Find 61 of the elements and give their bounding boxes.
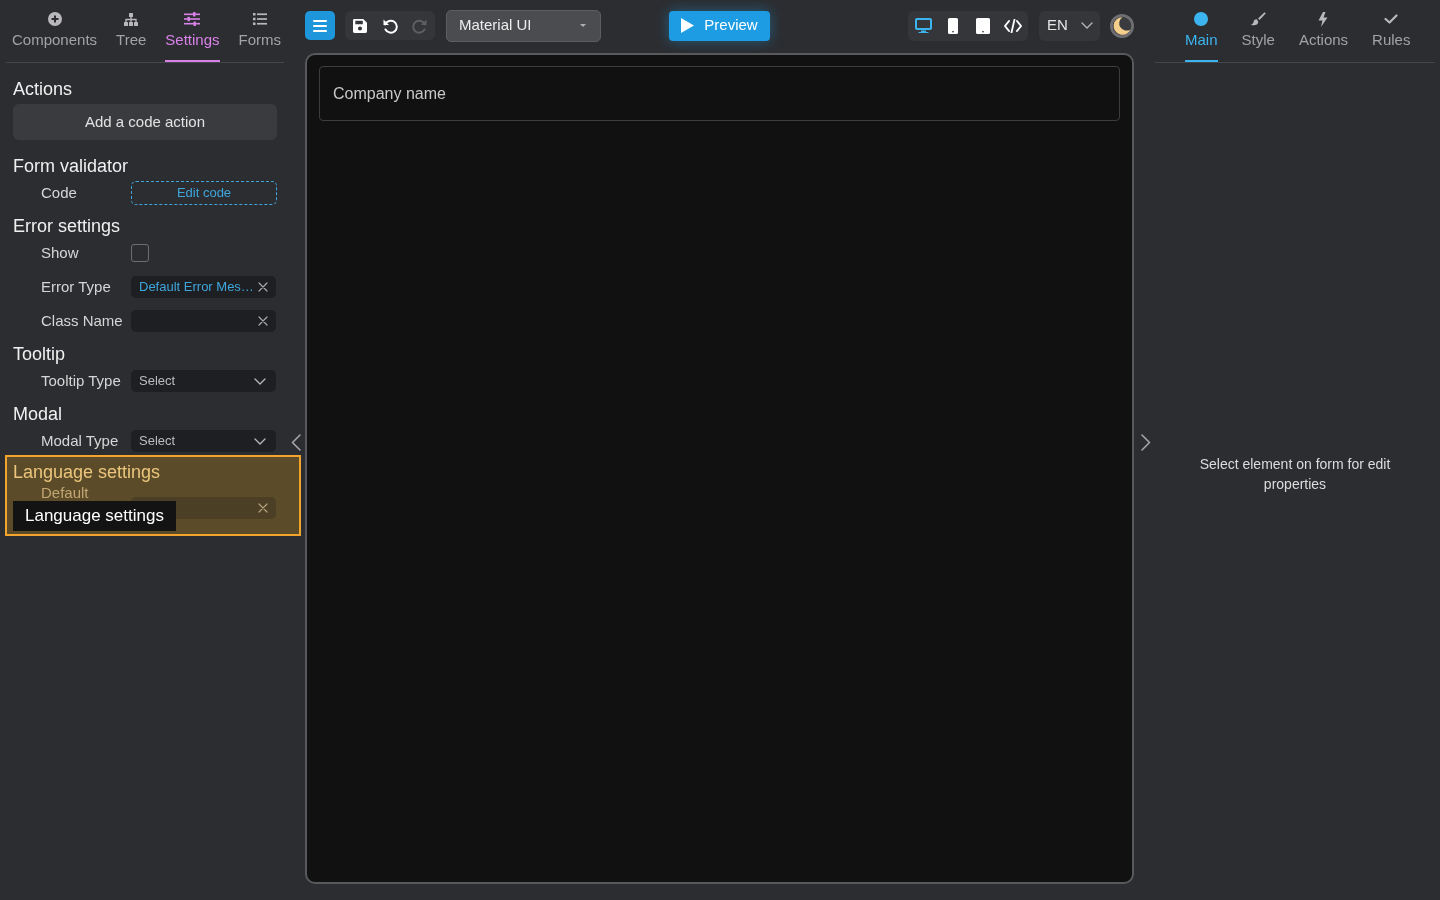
caret-icon <box>580 24 586 27</box>
phone-icon <box>948 17 958 34</box>
field-label: Class Name <box>41 312 123 330</box>
tablet-icon <box>976 17 990 34</box>
section-heading: Error settings <box>13 215 121 237</box>
edit-code-button[interactable]: Edit code <box>131 181 277 205</box>
field-label: Modal Type <box>41 432 119 450</box>
undo-icon <box>382 17 398 34</box>
tab[interactable]: Settings <box>165 0 220 62</box>
chevron-down-icon <box>254 437 266 445</box>
brush-icon <box>1250 12 1266 26</box>
tooltip: Language settings <box>13 501 176 531</box>
section-heading: Actions <box>13 78 73 100</box>
select-field[interactable]: Select <box>131 370 276 392</box>
save-icon <box>353 18 367 33</box>
close-icon[interactable] <box>258 503 268 513</box>
tab[interactable]: Components <box>12 0 98 62</box>
monitor-icon <box>914 18 932 33</box>
field-label: Show <box>41 244 79 262</box>
field-label: Code <box>41 184 77 202</box>
chevron-down-icon <box>1081 22 1093 29</box>
code-icon <box>1004 18 1022 33</box>
chevron-right-icon[interactable] <box>1141 434 1151 451</box>
field-label: Error Type <box>41 278 111 296</box>
text-field[interactable]: Company name <box>319 66 1120 121</box>
language-dropdown[interactable]: EN <box>1039 10 1100 41</box>
section-heading: Form validator <box>13 155 129 177</box>
menu-button[interactable] <box>305 11 335 40</box>
play-icon <box>681 18 695 33</box>
chevron-down-icon <box>254 377 266 385</box>
tab[interactable]: Rules <box>1372 0 1411 62</box>
tab[interactable]: Style <box>1241 0 1275 62</box>
checkbox[interactable] <box>131 244 149 262</box>
tab[interactable]: Actions <box>1298 0 1349 62</box>
hierarchy-icon <box>124 12 139 26</box>
text-field[interactable] <box>131 310 276 332</box>
section-heading: Modal <box>13 403 63 425</box>
chevron-left-icon[interactable] <box>291 434 301 451</box>
menu-icon <box>313 19 327 32</box>
empty-state-message: Select element on form for edit properties <box>1198 455 1392 494</box>
redo-icon <box>412 17 428 34</box>
library-dropdown[interactable]: Material UI <box>446 9 601 42</box>
close-icon[interactable] <box>258 282 268 292</box>
text-field[interactable]: Default Error Mes… <box>131 276 276 298</box>
field-label: Default <box>41 484 89 502</box>
sliders-icon <box>184 12 201 26</box>
tab[interactable]: Forms <box>238 0 282 62</box>
lightning-icon <box>1318 11 1329 27</box>
field-label: Tooltip Type <box>41 372 121 390</box>
dot-icon <box>1194 12 1209 26</box>
preview-button[interactable]: Preview <box>669 10 770 41</box>
section-heading: Tooltip <box>13 343 66 365</box>
select-field[interactable]: Select <box>131 430 276 452</box>
close-icon[interactable] <box>258 316 268 326</box>
section-heading: Language settings <box>13 461 161 483</box>
check-icon <box>1384 14 1399 24</box>
tab[interactable]: Main <box>1185 0 1218 62</box>
list-icon <box>252 13 267 25</box>
add-action-button[interactable]: Add a code action <box>13 104 277 140</box>
moon-icon[interactable] <box>1110 13 1134 38</box>
tab[interactable]: Tree <box>116 0 147 62</box>
